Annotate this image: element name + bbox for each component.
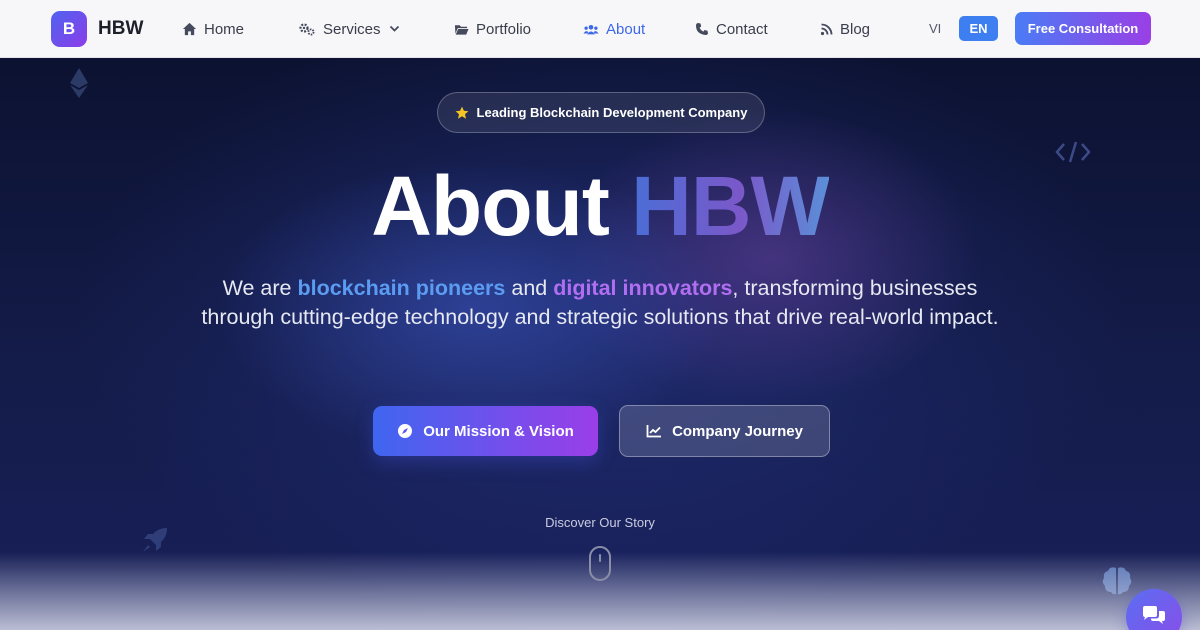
title-gradient: HBW (631, 159, 830, 253)
subtitle-highlight-purple: digital innovators (553, 276, 733, 300)
nav-item-portfolio[interactable]: Portfolio (454, 19, 531, 39)
users-icon (583, 24, 599, 34)
nav-item-blog[interactable]: Blog (820, 19, 870, 39)
nav-label-contact: Contact (716, 20, 768, 38)
nav-item-home[interactable]: Home (182, 19, 244, 39)
nav-item-contact[interactable]: Contact (695, 19, 768, 39)
lang-en-button[interactable]: EN (959, 16, 998, 41)
chart-line-icon (646, 425, 662, 438)
discover-label: Discover Our Story (545, 515, 655, 530)
company-journey-label: Company Journey (672, 422, 803, 440)
subtitle-highlight-blue: blockchain pioneers (297, 276, 506, 300)
hero-badge: Leading Blockchain Development Company (437, 92, 765, 133)
page-title: About HBW (0, 156, 1200, 256)
subtitle-part1: We are (222, 276, 298, 300)
gears-icon (299, 23, 315, 36)
ethereum-icon (70, 68, 88, 98)
compass-icon (398, 424, 413, 438)
brand-logo[interactable]: B HBW (51, 11, 143, 47)
company-journey-button[interactable]: Company Journey (619, 405, 830, 457)
navbar: B HBW Home Services Portfolio About Cont… (0, 0, 1200, 58)
hero-subtitle: We are blockchain pioneers and digital i… (200, 274, 1000, 332)
nav-label-about: About (606, 20, 646, 38)
nav-label-portfolio: Portfolio (476, 20, 532, 38)
nav-item-services[interactable]: Services (298, 19, 400, 39)
mission-vision-label: Our Mission & Vision (423, 422, 574, 440)
hero-badge-text: Leading Blockchain Development Company (476, 105, 748, 120)
rss-icon (820, 23, 833, 35)
rocket-icon (143, 528, 167, 552)
nav-label-services: Services (323, 20, 381, 38)
mission-vision-button[interactable]: Our Mission & Vision (373, 406, 598, 456)
brand-name: HBW (98, 18, 144, 39)
chat-icon (1143, 606, 1165, 624)
home-icon (182, 22, 197, 36)
nav-label-home: Home (204, 20, 245, 38)
free-consultation-button[interactable]: Free Consultation (1015, 12, 1151, 45)
nav-label-blog: Blog (840, 20, 871, 38)
scroll-mouse-icon[interactable] (589, 546, 611, 581)
star-icon (455, 106, 468, 119)
chevron-down-icon (389, 25, 399, 32)
logo-mark: B (51, 11, 87, 47)
subtitle-part2: and (505, 276, 554, 300)
folder-icon (454, 24, 469, 35)
phone-icon (696, 23, 708, 35)
lang-vi-button[interactable]: VI (929, 21, 941, 36)
hero-section: Leading Blockchain Development Company A… (0, 58, 1200, 630)
title-plain: About (371, 159, 610, 253)
nav-item-about[interactable]: About (583, 19, 645, 39)
